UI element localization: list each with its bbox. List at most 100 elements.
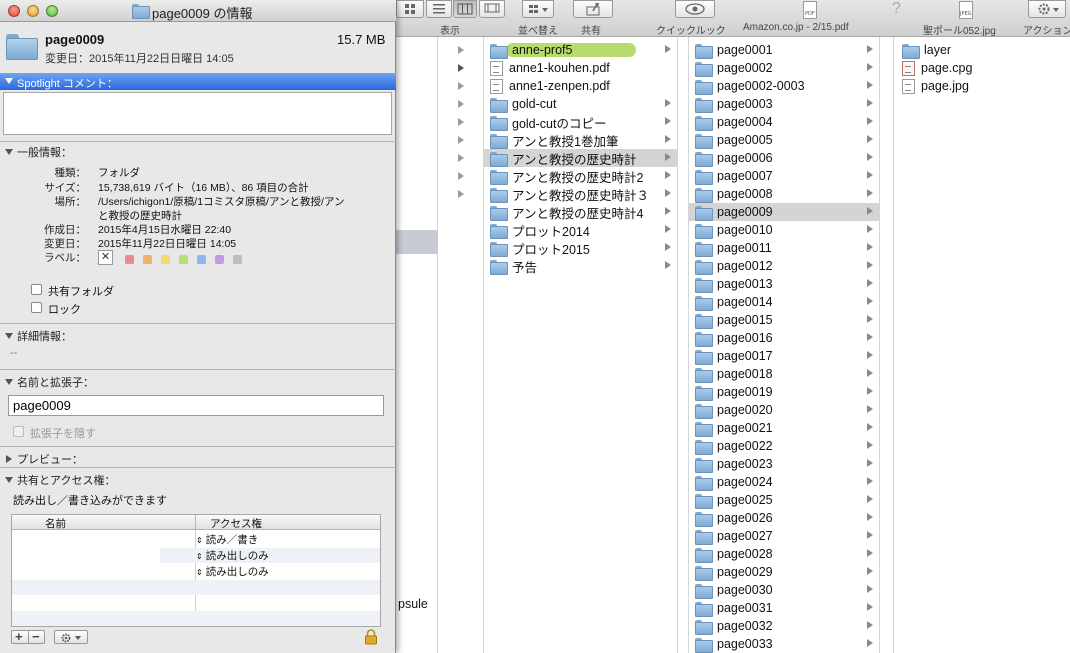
list-item[interactable]: アンと教授の歴史時計 (484, 149, 677, 167)
list-item[interactable]: page.cpg (894, 59, 1070, 77)
label-color-swatch[interactable] (233, 255, 242, 264)
chevron-right-icon[interactable] (458, 100, 464, 108)
list-item[interactable]: page0027 (689, 527, 879, 545)
list-item[interactable]: page0029 (689, 563, 879, 581)
general-header[interactable]: 一般情報： (5, 144, 72, 160)
label-color-swatch[interactable] (125, 255, 134, 264)
chevron-right-icon[interactable] (458, 172, 464, 180)
list-item[interactable]: page0008 (689, 185, 879, 203)
no-label-x-icon[interactable]: ✕ (98, 250, 113, 265)
list-item[interactable]: page0010 (689, 221, 879, 239)
list-item[interactable]: page0024 (689, 473, 879, 491)
list-item[interactable]: page0030 (689, 581, 879, 599)
list-item[interactable]: page0002-0003 (689, 77, 879, 95)
list-item[interactable]: gold-cut (484, 95, 677, 113)
lock-icon[interactable] (364, 629, 378, 645)
preview-header[interactable]: プレビュー： (5, 451, 83, 467)
arrange-button[interactable] (522, 0, 554, 18)
name-field[interactable] (8, 395, 384, 416)
list-item[interactable]: 予告 (484, 257, 677, 275)
list-item[interactable]: page0012 (689, 257, 879, 275)
column-view-button[interactable] (453, 0, 477, 18)
list-item[interactable]: page0013 (689, 275, 879, 293)
chevron-right-icon[interactable] (458, 46, 464, 54)
add-button[interactable]: + (15, 629, 23, 644)
share-button[interactable] (573, 0, 613, 18)
list-item[interactable]: page0006 (689, 149, 879, 167)
column-name-header[interactable]: 名前 (45, 516, 66, 531)
list-item[interactable]: アンと教授の歴史時計4 (484, 203, 677, 221)
list-item[interactable]: anne-prof5 (484, 41, 677, 59)
list-item[interactable]: page0016 (689, 329, 879, 347)
list-item[interactable]: page.jpg (894, 77, 1070, 95)
column-access-header[interactable]: アクセス権 (210, 516, 262, 531)
jpeg-file-label[interactable]: 聖ポール052.jpg (923, 22, 996, 37)
list-item[interactable]: アンと教授の歴史時計2 (484, 167, 677, 185)
list-item[interactable]: page0017 (689, 347, 879, 365)
list-item[interactable]: page0001 (689, 41, 879, 59)
hide-extension-checkbox[interactable] (13, 426, 24, 437)
unknown-file-icon[interactable]: ? (892, 0, 902, 18)
list-item[interactable]: page0031 (689, 599, 879, 617)
minimize-button[interactable] (27, 5, 39, 17)
permission-popup[interactable]: ⇕ 読み出しのみ (196, 548, 269, 563)
list-item[interactable]: page0021 (689, 419, 879, 437)
jpeg-file-icon[interactable]: JPEG (959, 1, 973, 19)
pdf-file-label[interactable]: Amazon.co.jp - 2/15.pdf (743, 22, 849, 33)
label-color-swatch[interactable] (215, 255, 224, 264)
list-item[interactable]: anne1-kouhen.pdf (484, 59, 677, 77)
permission-popup[interactable]: ⇕ 読み／書き (196, 532, 258, 547)
list-item[interactable]: page0033 (689, 635, 879, 653)
list-item[interactable]: page0032 (689, 617, 879, 635)
list-item[interactable]: アンと教授1巻加筆 (484, 131, 677, 149)
list-item[interactable]: page0018 (689, 365, 879, 383)
pdf-file-icon[interactable]: PDF (803, 1, 817, 19)
list-item[interactable]: page0003 (689, 95, 879, 113)
action-button[interactable] (1028, 0, 1066, 18)
list-item[interactable]: page0005 (689, 131, 879, 149)
list-item[interactable]: page0019 (689, 383, 879, 401)
info-titlebar[interactable]: page0009 の情報 (0, 0, 396, 22)
list-view-button[interactable] (426, 0, 452, 18)
list-item[interactable]: page0028 (689, 545, 879, 563)
close-button[interactable] (8, 5, 20, 17)
label-color-swatch[interactable] (161, 255, 170, 264)
list-item[interactable]: page0009 (689, 203, 879, 221)
list-item[interactable]: page0007 (689, 167, 879, 185)
chevron-right-icon[interactable] (458, 64, 464, 72)
list-item[interactable]: プロット2015 (484, 239, 677, 257)
spotlight-header[interactable]: Spotlight コメント： (0, 73, 396, 90)
name-ext-header[interactable]: 名前と拡張子： (5, 374, 94, 390)
list-item[interactable]: page0004 (689, 113, 879, 131)
sharing-header[interactable]: 共有とアクセス権： (5, 472, 115, 488)
label-color-swatch[interactable] (179, 255, 188, 264)
chevron-right-icon[interactable] (458, 82, 464, 90)
quicklook-button[interactable] (675, 0, 715, 18)
list-item[interactable]: page0023 (689, 455, 879, 473)
list-item[interactable]: プロット2014 (484, 221, 677, 239)
chevron-right-icon[interactable] (458, 118, 464, 126)
chevron-right-icon[interactable] (458, 154, 464, 162)
list-item[interactable]: page0011 (689, 239, 879, 257)
list-item[interactable]: page0026 (689, 509, 879, 527)
label-color-swatch[interactable] (197, 255, 206, 264)
list-item[interactable]: anne1-zenpen.pdf (484, 77, 677, 95)
label-color-swatch[interactable] (143, 255, 152, 264)
permission-popup[interactable]: ⇕ 読み出しのみ (196, 564, 269, 579)
chevron-right-icon[interactable] (458, 136, 464, 144)
zoom-button[interactable] (46, 5, 58, 17)
remove-button[interactable]: − (32, 629, 40, 644)
shared-folder-checkbox[interactable] (31, 284, 42, 295)
coverflow-view-button[interactable] (479, 0, 505, 18)
more-info-header[interactable]: 詳細情報： (5, 328, 72, 344)
list-item[interactable]: page0014 (689, 293, 879, 311)
list-item[interactable]: page0002 (689, 59, 879, 77)
chevron-right-icon[interactable] (458, 190, 464, 198)
list-item[interactable]: layer (894, 41, 1070, 59)
list-item[interactable]: アンと教授の歴史時計３ (484, 185, 677, 203)
permission-action-button[interactable] (54, 630, 88, 644)
list-item[interactable]: page0020 (689, 401, 879, 419)
list-item[interactable]: gold-cutのコピー (484, 113, 677, 131)
list-item[interactable]: page0015 (689, 311, 879, 329)
spotlight-comment-field[interactable] (3, 92, 392, 135)
